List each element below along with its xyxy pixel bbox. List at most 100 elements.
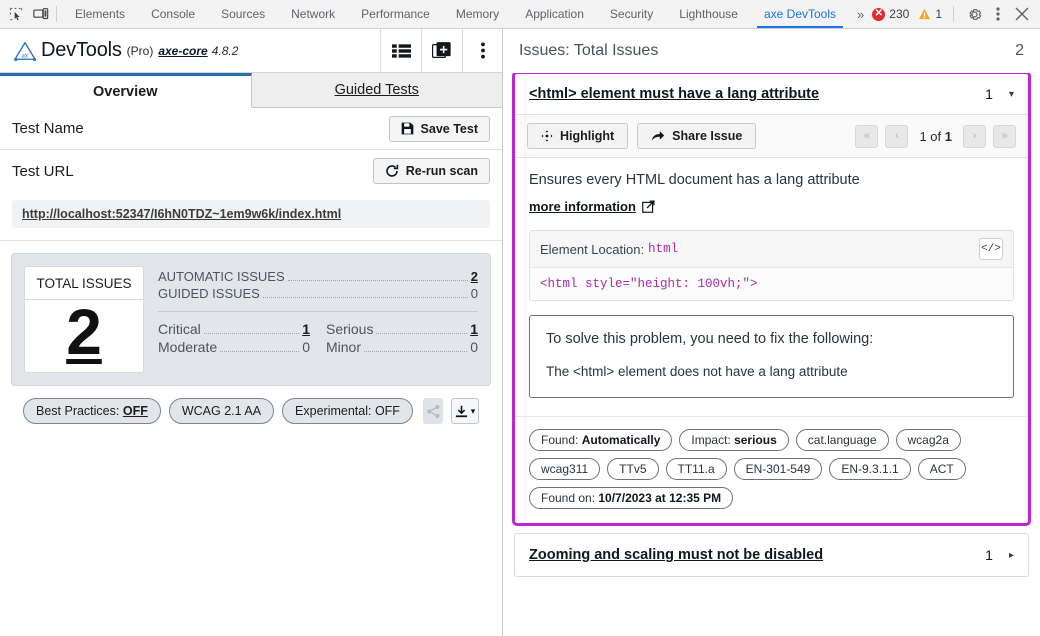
stat-label: Critical (158, 321, 201, 337)
code-brackets-icon[interactable]: </> (979, 238, 1003, 260)
issue-title: <html> element must have a lang attribut… (529, 86, 820, 102)
tab-label: Network (291, 7, 336, 21)
pager-next-button[interactable]: › (963, 124, 986, 148)
download-button[interactable]: ▾ (451, 398, 479, 424)
highlight-label: Highlight (560, 129, 615, 143)
more-information-link[interactable]: more information (529, 199, 655, 214)
tab-overflow-icon[interactable]: » (849, 0, 872, 28)
tab-overview-label: Overview (93, 83, 158, 100)
tag-en-301-549: EN-301-549 (733, 458, 823, 480)
devtools-tab-list: Elements Console Sources Network Perform… (62, 0, 849, 28)
leader-dots (287, 280, 468, 281)
issue-detail: Ensures every HTML document has a lang a… (515, 158, 1028, 412)
warning-count-value: 1 (935, 7, 942, 21)
tag-prefix: TTv5 (619, 462, 647, 476)
devtools-status-area: ✕ 230 1 (872, 0, 1040, 28)
tab-label: Lighthouse (679, 7, 738, 21)
tab-performance[interactable]: Performance (348, 0, 443, 28)
tab-label: Memory (455, 7, 500, 21)
experimental-pill[interactable]: Experimental: OFF (282, 398, 413, 424)
close-devtools-icon[interactable] (1010, 2, 1034, 26)
toolbar-divider (56, 6, 58, 22)
tag-prefix: Found: (541, 433, 582, 447)
warning-icon (918, 8, 931, 21)
share-issue-button[interactable]: Share Issue (637, 123, 757, 149)
tab-application[interactable]: Application (512, 0, 597, 28)
pager-total: 1 (944, 128, 952, 144)
list-view-icon[interactable] (380, 29, 421, 73)
tag-prefix: Impact: (691, 433, 735, 447)
tab-memory[interactable]: Memory (443, 0, 512, 28)
tab-network[interactable]: Network (278, 0, 348, 28)
tag-ttv5: TTv5 (607, 458, 659, 480)
tag-prefix: cat.language (807, 433, 877, 447)
summary-card: TOTAL ISSUES 2 AUTOMATIC ISSUES 2 GUIDED… (11, 253, 491, 386)
tab-elements[interactable]: Elements (62, 0, 138, 28)
tab-label: axe DevTools (763, 7, 837, 21)
pager-prev-button[interactable]: ‹ (885, 124, 909, 148)
test-url-link[interactable]: http://localhost:52347/I6hN0TDZ~1em9w6k/… (12, 200, 490, 228)
error-count-value: 230 (889, 7, 910, 21)
tab-lighthouse[interactable]: Lighthouse (666, 0, 751, 28)
stat-row-automatic: AUTOMATIC ISSUES 2 (158, 268, 478, 285)
tab-overview[interactable]: Overview (0, 73, 252, 108)
tab-guided-tests-label: Guided Tests (334, 82, 419, 98)
error-icon: ✕ (872, 7, 886, 21)
devtools-kebab-menu-icon[interactable] (986, 2, 1010, 26)
settings-gear-icon[interactable] (962, 2, 986, 26)
chevron-right-icon[interactable]: ▸ (1009, 550, 1014, 561)
tab-security[interactable]: Security (597, 0, 666, 28)
stat-value[interactable]: 2 (471, 269, 478, 284)
rerun-scan-button[interactable]: Re-run scan (372, 158, 490, 184)
save-test-button[interactable]: Save Test (388, 115, 490, 142)
tab-sources[interactable]: Sources (208, 0, 278, 28)
tag-prefix: ACT (929, 462, 954, 476)
stat-label: Serious (326, 321, 374, 337)
pager-first-button[interactable]: « (855, 124, 879, 148)
issue-description: Ensures every HTML document has a lang a… (529, 172, 860, 188)
pager-status: 1 of 1 (915, 129, 956, 144)
overview-tabs: Overview Guided Tests (0, 73, 502, 108)
issue-header-selected[interactable]: <html> element must have a lang attribut… (515, 74, 1028, 114)
warning-count[interactable]: 1 (918, 7, 942, 21)
chevron-down-icon[interactable]: ▾ (1009, 89, 1014, 100)
issues-pane: Issues: Total Issues 2 <html> element mu… (503, 29, 1040, 636)
axe-header: ax DevTools (Pro) axe-core 4.8.2 (0, 29, 502, 73)
issue-toolbar: Highlight Share Issue « ‹ 1 of 1 › » (515, 114, 1028, 158)
stat-label: Minor (326, 339, 362, 355)
axe-kebab-menu-icon[interactable] (462, 29, 502, 73)
inspect-element-icon[interactable] (4, 0, 29, 28)
tag-impact: Impact: serious (679, 429, 789, 451)
stat-value: 0 (470, 339, 478, 355)
tab-label: Application (525, 7, 584, 21)
tag-value: serious (734, 433, 777, 447)
highlight-button[interactable]: Highlight (527, 123, 629, 149)
leader-dots (364, 351, 468, 352)
issue-card-collapsed: Zooming and scaling must not be disabled… (514, 533, 1029, 577)
severity-row-1: Critical 1 Serious 1 (158, 320, 478, 338)
tag-prefix: wcag311 (541, 462, 589, 476)
tab-console[interactable]: Console (138, 0, 208, 28)
stat-value[interactable]: 1 (302, 321, 310, 337)
tag-prefix: wcag2a (907, 433, 949, 447)
issues-header-label: Issues: Total Issues (519, 42, 659, 59)
tab-guided-tests[interactable]: Guided Tests (251, 73, 502, 108)
issue-header-collapsed[interactable]: Zooming and scaling must not be disabled… (515, 534, 1028, 576)
error-count[interactable]: ✕ 230 (872, 7, 909, 21)
new-window-icon[interactable] (421, 29, 462, 73)
element-location-label: Element Location: (540, 241, 645, 257)
total-issues-value[interactable]: 2 (66, 300, 102, 372)
issue-title: Zooming and scaling must not be disabled (529, 547, 824, 563)
wcag-standard-pill[interactable]: WCAG 2.1 AA (168, 398, 275, 424)
element-code-snippet: <html style="height: 100vh;"> (530, 268, 1013, 300)
device-toolbar-icon[interactable] (29, 0, 54, 28)
pager-last-button[interactable]: » (993, 124, 1016, 148)
download-icon (455, 405, 467, 417)
leader-dots (262, 297, 468, 298)
tab-axe-devtools[interactable]: axe DevTools (751, 0, 849, 28)
stat-value: 0 (302, 339, 310, 355)
axe-core-link[interactable]: axe-core (158, 44, 207, 58)
stat-value[interactable]: 1 (470, 321, 478, 337)
stats-divider (158, 311, 478, 312)
best-practices-pill[interactable]: Best Practices: OFF (23, 398, 161, 424)
